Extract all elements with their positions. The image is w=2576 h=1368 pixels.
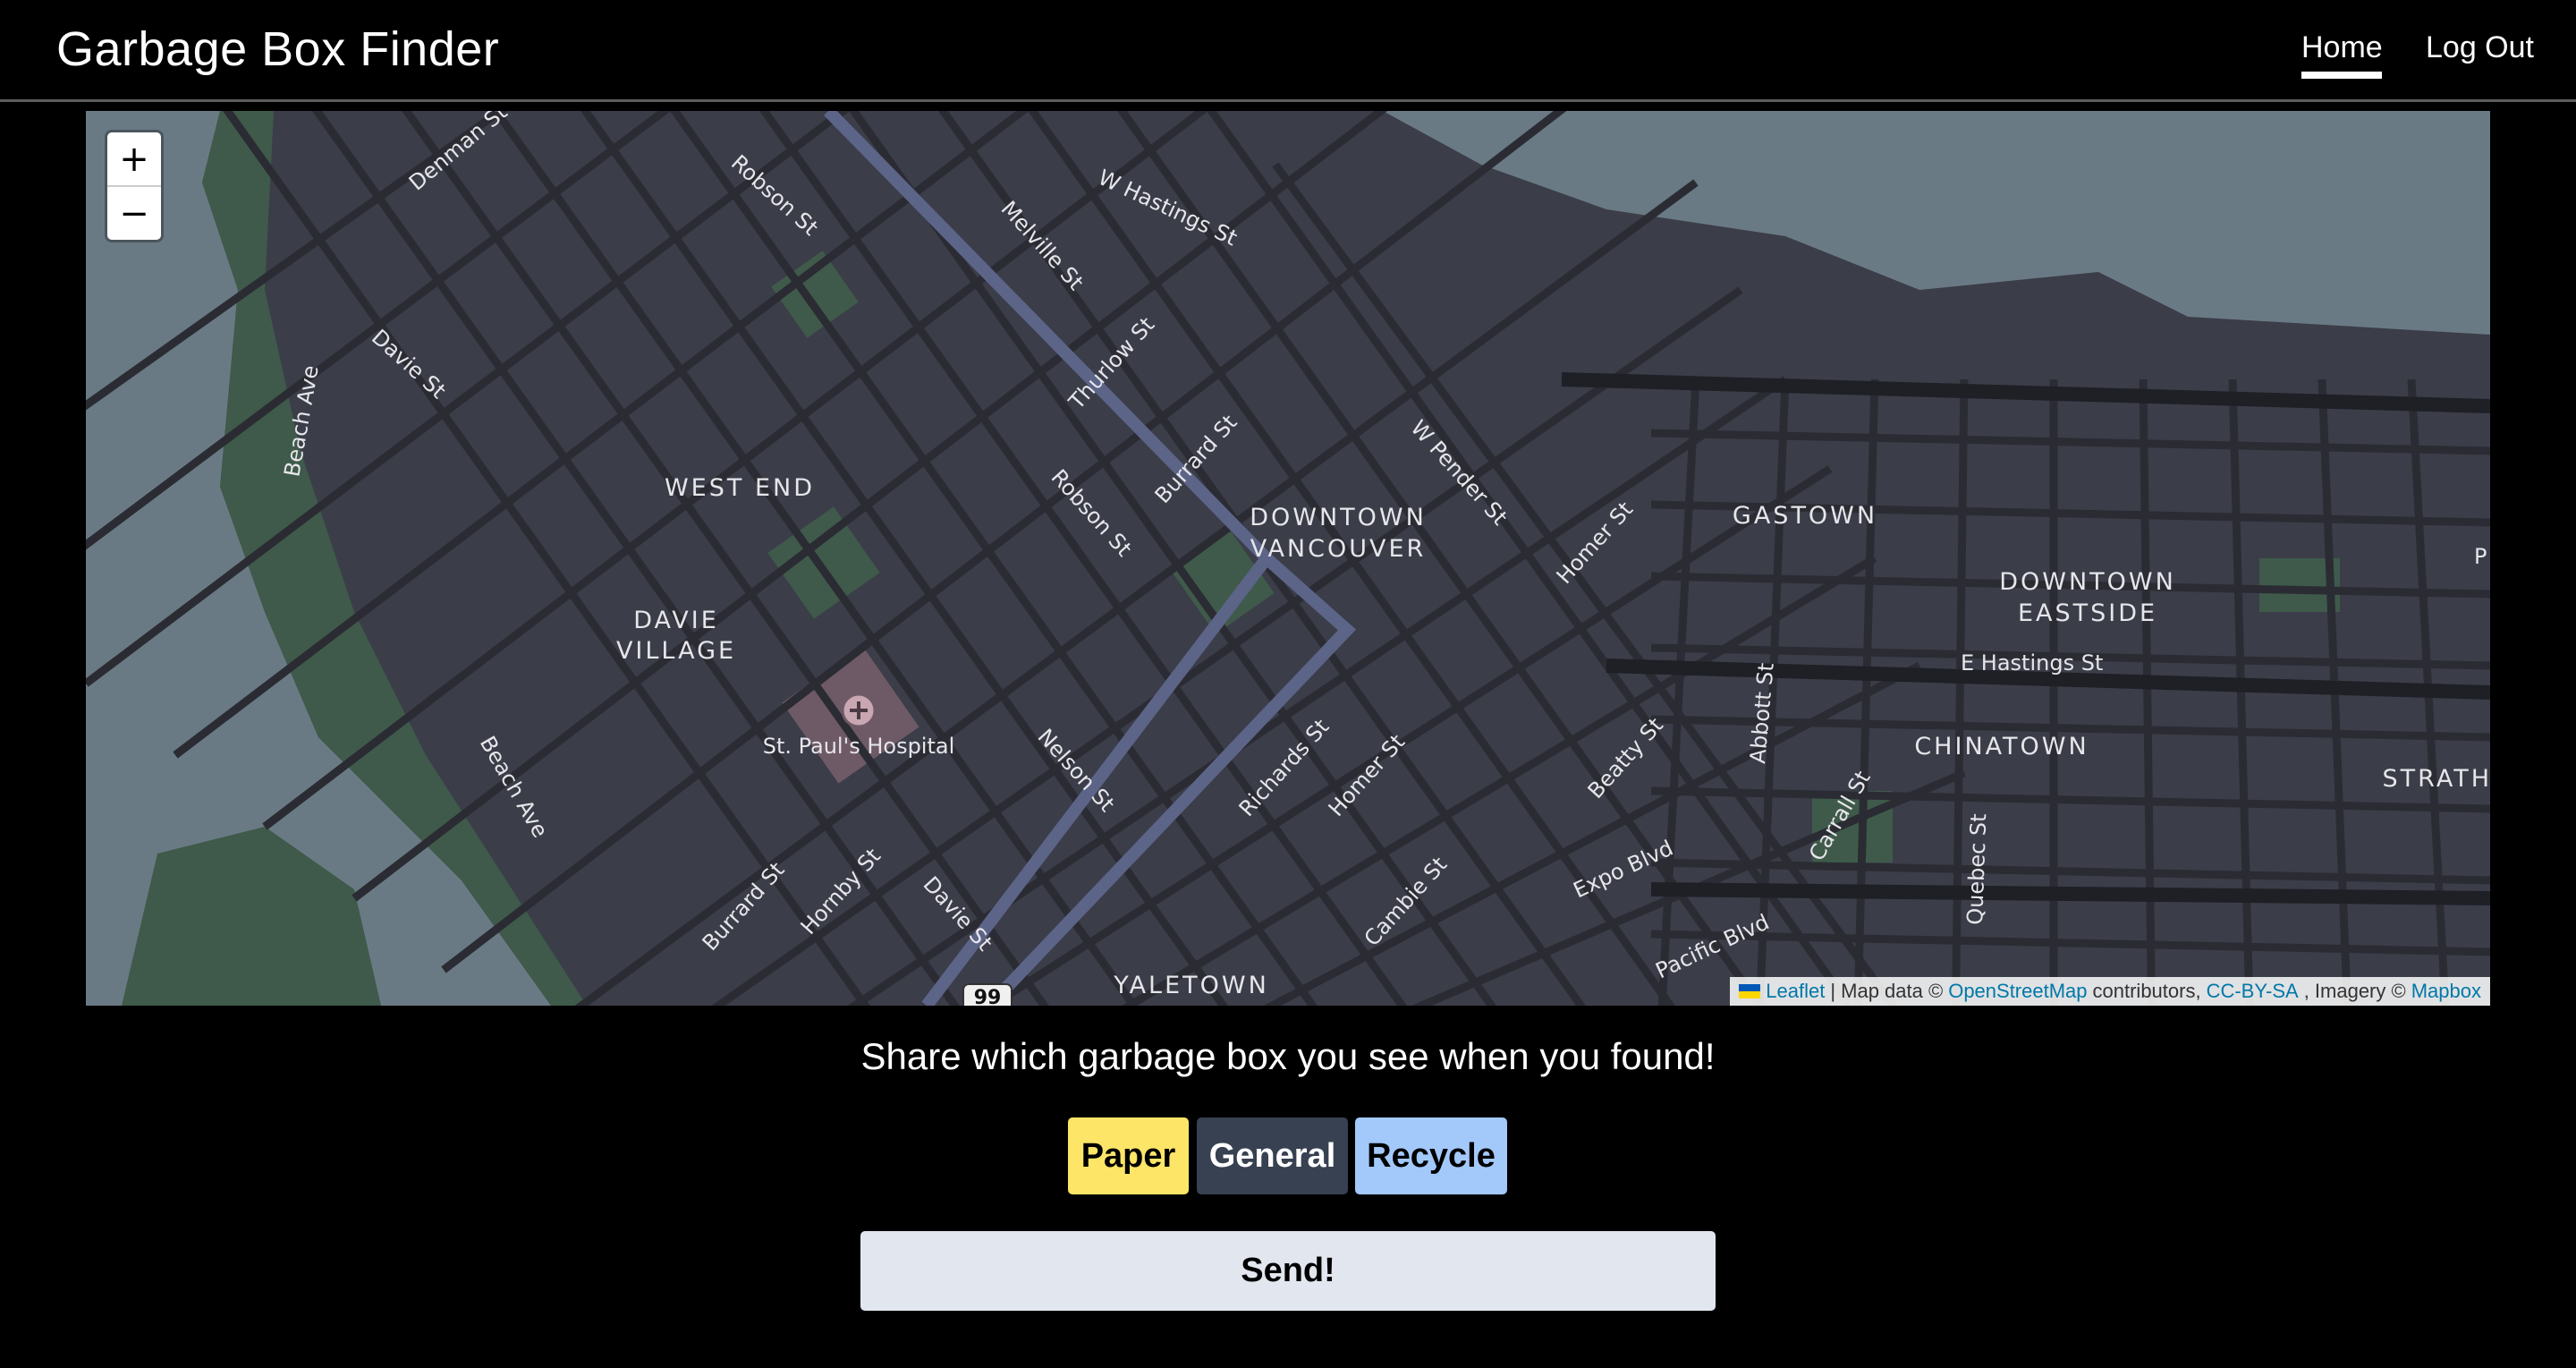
license-link[interactable]: CC-BY-SA [2207,980,2299,1003]
map-district-label: CHINATOWN [1914,733,2089,760]
paper-button[interactable]: Paper [1068,1117,1189,1194]
leaflet-link[interactable]: Leaflet [1766,980,1825,1003]
mapbox-link[interactable]: Mapbox [2411,980,2481,1003]
map-street-label: Robson St [1046,464,1137,561]
nav-home-link[interactable]: Home [2301,30,2383,65]
zoom-control: + − [107,132,161,240]
map-street-label: P [2474,544,2487,569]
map-major-roads [1561,372,2490,905]
attribution-text: contributors, [2092,980,2201,1002]
map-street-label: Homer St [1324,729,1410,821]
map-district-label: DAVIE [633,607,719,634]
general-button[interactable]: General [1197,1117,1348,1194]
map[interactable]: WEST END DAVIE VILLAGE DOWNTOWN VANCOUVE… [86,111,2490,1006]
map-district-label: WEST END [665,474,815,502]
map-street-label: Beach Ave [475,732,553,842]
map-district-label: YALETOWN [1113,972,1269,999]
map-district-label: STRATH [2383,765,2490,793]
nav-active-indicator [2301,72,2382,79]
map-attribution: Leaflet | Map data © OpenStreetMap contr… [1730,977,2490,1006]
app-title: Garbage Box Finder [56,22,500,76]
map-street-label: Davie St [367,325,451,404]
map-street-label: Quebec St [1962,813,1991,925]
map-tiles: WEST END DAVIE VILLAGE DOWNTOWN VANCOUVE… [86,111,2490,1006]
nav-logout-link[interactable]: Log Out [2426,30,2534,65]
map-park [767,506,880,619]
route-badge-label: 99 [974,987,1002,1006]
map-water-north [1383,111,2490,335]
attribution-text: , Imagery © [2303,980,2406,1002]
zoom-out-button[interactable]: − [107,187,161,240]
map-district-label: DOWNTOWN [1999,568,2176,596]
map-district-label: DOWNTOWN [1250,504,1427,531]
share-prompt: Share which garbage box you see when you… [860,1035,1716,1077]
map-district-label: VILLAGE [616,637,736,665]
navbar: Garbage Box Finder Home Log Out [0,0,2576,102]
map-district-label: VANCOUVER [1250,535,1427,563]
recycle-button[interactable]: Recycle [1355,1117,1507,1194]
map-poi-label: St. Paul's Hospital [763,734,955,759]
map-district-label: GASTOWN [1733,502,1877,530]
osm-link[interactable]: OpenStreetMap [1948,980,2087,1003]
ukraine-flag-icon [1739,984,1761,998]
map-street-label: E Hastings St [1961,650,2103,676]
zoom-in-button[interactable]: + [107,132,161,187]
send-button[interactable]: Send! [860,1231,1716,1311]
map-district-label: EASTSIDE [2018,599,2157,627]
attribution-text: | Map data © [1830,980,1944,1002]
